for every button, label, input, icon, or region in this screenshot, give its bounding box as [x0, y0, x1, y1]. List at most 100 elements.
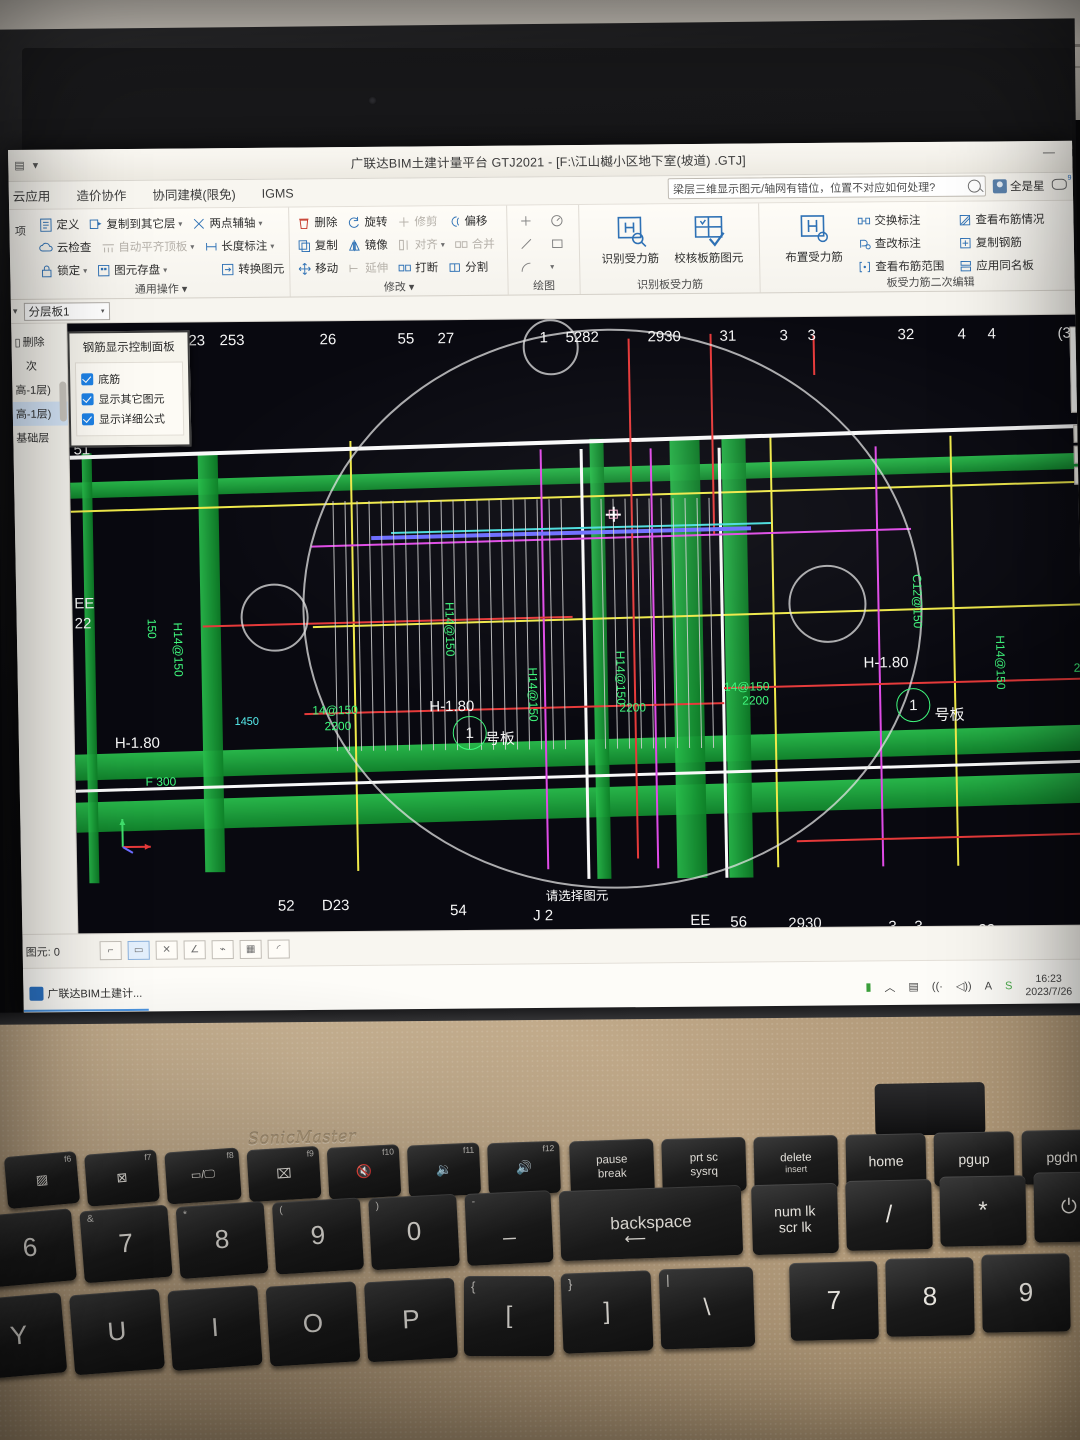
snap-rect-icon[interactable]: ▭	[127, 940, 150, 960]
menu-item-cloud-app[interactable]: 云应用	[13, 186, 51, 205]
ribbon-btn-copy-rebar[interactable]: 复制钢筋	[958, 234, 1022, 251]
search-input[interactable]: 梁层三维显示图元/轴网有错位，位置不对应如何处理?	[667, 175, 987, 200]
ribbon-btn-split[interactable]: 分割	[447, 259, 488, 275]
layer-select[interactable]: 分层板1 ▾	[23, 301, 110, 321]
option-bottom-rebar[interactable]: 底筋	[81, 369, 177, 390]
key-pause-break[interactable]: pause break	[569, 1138, 655, 1196]
notifications-icon[interactable]: 9	[1051, 174, 1072, 192]
key-numpad-7[interactable]: 7	[789, 1260, 879, 1342]
key-minus[interactable]: - _	[464, 1190, 554, 1266]
ribbon-btn-align[interactable]: 对齐 ▾	[397, 236, 445, 252]
key-u[interactable]: U	[69, 1288, 165, 1376]
ribbon-btn-auto-align-slab[interactable]: 自动平齐顶板 ▾	[100, 238, 194, 255]
menu-item-cost-collab[interactable]: 造价协作	[76, 185, 126, 204]
grid-icon[interactable]: ▦	[239, 939, 262, 959]
ribbon-btn-convert-element[interactable]: 转换图元	[220, 261, 284, 278]
point-icon[interactable]	[518, 213, 533, 228]
ribbon-btn-element-save[interactable]: 图元存盘 ▾	[96, 262, 167, 279]
key-8[interactable]: * 8	[175, 1201, 269, 1279]
key-numpad-multiply[interactable]: *	[939, 1175, 1027, 1247]
key-f9[interactable]: ⌧ f9	[246, 1145, 322, 1203]
key-power[interactable]: ⏻	[1033, 1171, 1080, 1243]
key-f10[interactable]: 🔇 f10	[326, 1144, 402, 1200]
ribbon-btn-move[interactable]: 移动	[297, 260, 338, 276]
substrip-caret[interactable]: ▾	[13, 306, 18, 317]
tree-item-delete[interactable]: ▯ 删除	[11, 329, 66, 353]
checkbox[interactable]	[81, 393, 94, 406]
arc-snap-icon[interactable]: ◜	[267, 939, 290, 959]
account-widget[interactable]: 全是星	[992, 177, 1045, 193]
angle-icon[interactable]: ∠	[183, 940, 206, 960]
key-9[interactable]: ( 9	[271, 1197, 365, 1275]
search-zone[interactable]: 梁层三维显示图元/轴网有错位，位置不对应如何处理? 全是星 9 ?	[667, 174, 1080, 200]
volume-icon[interactable]: ◁))	[956, 980, 972, 993]
menu-item-collab-model[interactable]: 协同建模(限免)	[152, 184, 236, 204]
ribbon-btn-edit-dim[interactable]: 查改标注	[857, 235, 949, 252]
chevron-up-icon[interactable]: ︿	[884, 979, 895, 995]
ribbon-btn-extend[interactable]: 延伸	[347, 260, 388, 276]
key-i[interactable]: I	[167, 1284, 263, 1372]
key-0[interactable]: ) 0	[368, 1193, 460, 1271]
ribbon-btn-length-dim[interactable]: 长度标注 ▾	[203, 238, 274, 255]
key-f12[interactable]: 🔊 f12	[487, 1140, 561, 1196]
minimize-button[interactable]: —	[1043, 145, 1055, 159]
ribbon-btn-check-slab-rebar[interactable]: 校核板筋图元	[673, 211, 745, 267]
key-o[interactable]: O	[265, 1281, 361, 1367]
tree-item-secondary[interactable]: 次	[12, 353, 67, 377]
key-numpad-divide[interactable]: /	[845, 1179, 933, 1251]
key-backspace[interactable]: backspace ⟵	[558, 1184, 744, 1262]
key-numlock[interactable]: num lk scr lk	[751, 1182, 839, 1256]
ribbon-btn-merge[interactable]: 合并	[454, 236, 495, 252]
ribbon-btn-offset[interactable]: 偏移	[446, 213, 488, 229]
point-snap-icon[interactable]: ⌁	[211, 940, 234, 960]
taskbar-clock[interactable]: 16:23 2023/7/26	[1025, 973, 1072, 998]
ribbon-btn-rotate[interactable]: 旋转	[346, 214, 388, 230]
rebar-display-panel[interactable]: 钢筋显示控制面板 底筋 显示其它图元 显示详细公式	[67, 330, 192, 448]
taskbar-app-gtj[interactable]: 广联达BIM土建计...	[23, 976, 149, 1012]
ribbon-btn-copy[interactable]: 复制	[297, 237, 338, 253]
key-numpad-9[interactable]: 9	[981, 1253, 1071, 1333]
ribbon-btn-copy-to-layer[interactable]: 复制到其它层 ▾	[88, 215, 182, 232]
option-show-detail-formula[interactable]: 显示详细公式	[81, 409, 178, 430]
key-numpad-8[interactable]: 8	[885, 1257, 975, 1337]
key-bracket-right[interactable]: } ]	[560, 1270, 654, 1354]
key-f7[interactable]: ⊠ f7	[84, 1149, 160, 1207]
tree-scrollbar[interactable]	[59, 381, 67, 422]
option-show-other-elements[interactable]: 显示其它图元	[81, 389, 177, 410]
key-bracket-left[interactable]: { [	[464, 1276, 554, 1356]
key-f8[interactable]: ▭/🖵 f8	[164, 1147, 242, 1205]
ribbon-btn-mirror[interactable]: 镜像	[347, 237, 388, 253]
key-f6[interactable]: ▨ f6	[3, 1150, 81, 1210]
checkbox[interactable]	[81, 373, 94, 386]
ribbon-btn-apply-same-slab[interactable]: 应用同名板	[958, 257, 1034, 274]
ribbon-btn-swap-dim[interactable]: 交换标注	[856, 212, 948, 229]
cad-viewport[interactable]: D23 253 26 55 27 1 5282 2930 31 3 3 32 4…	[67, 314, 1080, 934]
ribbon-btn-break[interactable]: 打断	[397, 259, 438, 275]
key-6[interactable]: ^ 6	[0, 1208, 77, 1288]
ribbon-btn-trim[interactable]: 修剪	[396, 213, 438, 229]
key-backslash[interactable]: | \	[658, 1266, 756, 1350]
panel-options[interactable]: 底筋 显示其它图元 显示详细公式	[74, 361, 185, 437]
sogou-icon[interactable]: S	[1005, 980, 1013, 992]
ortho-icon[interactable]: ⌐	[99, 941, 122, 961]
tree-item-foundation[interactable]: 基础层	[13, 425, 68, 449]
arc-icon[interactable]	[519, 259, 534, 274]
search-icon[interactable]	[967, 179, 982, 193]
circle-icon[interactable]	[549, 213, 564, 228]
keyboard-icon[interactable]: ▤	[908, 980, 919, 993]
ribbon-btn-lock[interactable]: 锁定 ▾	[39, 262, 87, 278]
battery-icon[interactable]: ▮	[865, 980, 871, 993]
key-p[interactable]: P	[363, 1277, 459, 1363]
ribbon-btn-recognize-rebar[interactable]: 识别受力筋	[594, 211, 666, 267]
ribbon-btn-view-rebar-range[interactable]: 查看布筋范围	[857, 258, 949, 275]
close-x-icon[interactable]: ✕	[155, 940, 178, 960]
key-f11[interactable]: 🔉 f11	[406, 1142, 482, 1198]
ime-icon[interactable]: A	[985, 980, 993, 992]
system-tray[interactable]: ▮ ︿ ▤ ((· ◁)) A S 16:23 2023/7/26 ▭	[865, 973, 1080, 999]
line-icon[interactable]	[519, 236, 534, 251]
ribbon-btn-view-rebar-status[interactable]: 查看布筋情况	[957, 211, 1045, 228]
wifi-icon[interactable]: ((·	[932, 980, 943, 992]
keyboard[interactable]: ▨ f6 ⊠ f7 ▭/🖵 f8 ⌧ f9 🔇 f10 🔉 f11 🔊 f12 pause b…	[0, 1129, 1080, 1440]
chevron-down-icon[interactable]: ▾	[101, 307, 105, 315]
ribbon-btn-cloud-check[interactable]: 云检查	[39, 239, 92, 255]
